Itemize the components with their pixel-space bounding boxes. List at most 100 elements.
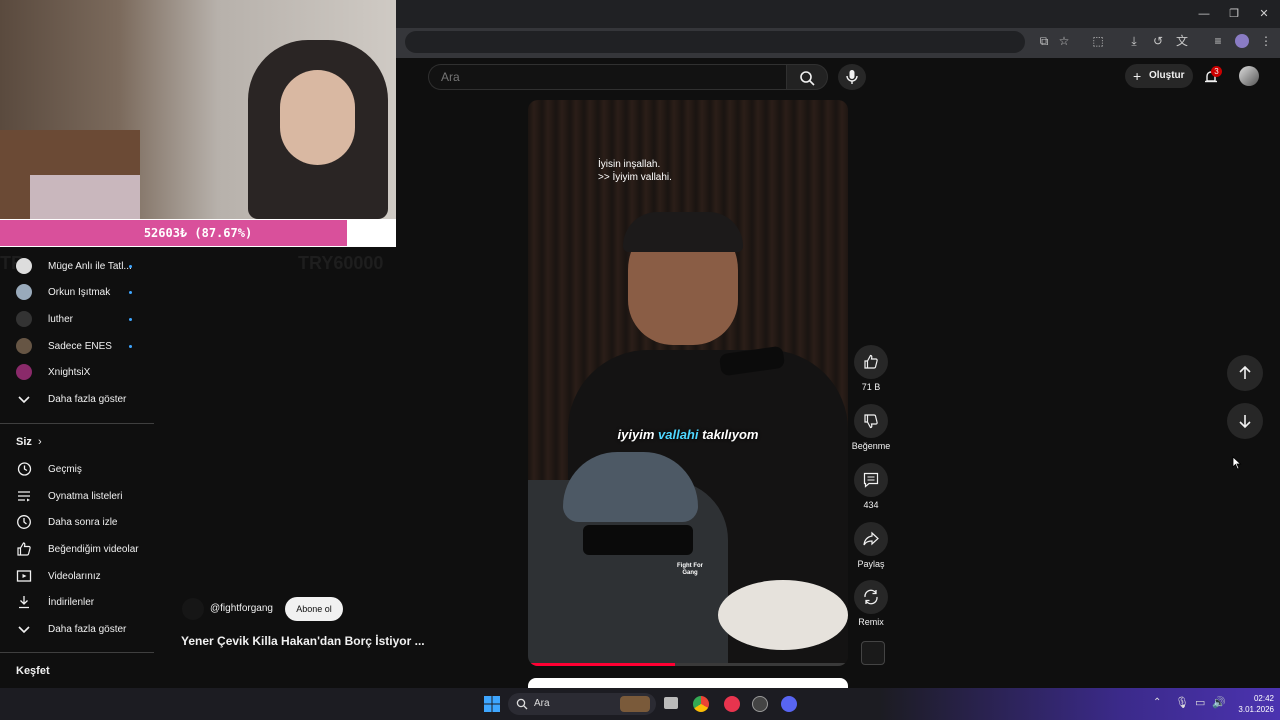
comments-button[interactable] [854, 463, 888, 497]
history-toolbar-icon[interactable]: ↺ [1150, 33, 1166, 49]
your-videos-icon [16, 570, 32, 582]
subscription-label: Müge Anlı ile Tatl... [48, 260, 132, 272]
explore-section-header: Keşfet [0, 658, 154, 684]
subscribe-button[interactable]: Abone ol [285, 597, 343, 621]
channel-avatar [16, 284, 32, 300]
voice-search-button[interactable] [838, 64, 866, 90]
subscription-item[interactable]: luther [0, 306, 154, 332]
subscription-item[interactable]: Müge Anlı ile Tatl... [0, 253, 154, 279]
search-highlight-image [620, 696, 650, 712]
mouse-cursor-icon [1232, 456, 1242, 470]
subscription-item[interactable]: Orkun Işıtmak [0, 279, 154, 305]
steam-icon[interactable] [752, 696, 768, 712]
discord-icon[interactable] [781, 696, 797, 712]
dislike-button[interactable] [854, 404, 888, 438]
menu-dots-icon[interactable]: ⋮ [1258, 33, 1274, 49]
translate-icon[interactable]: 文 [1174, 33, 1190, 49]
chevron-right-icon: › [38, 436, 42, 448]
progress-track[interactable] [528, 663, 848, 666]
subtitle-text: takılıyom [698, 427, 759, 442]
notifications-button[interactable]: 3 [1202, 66, 1222, 86]
desk-shape [30, 175, 140, 219]
short-video-player[interactable]: İyisin inşallah. >> İyiyim vallahi. iyiy… [528, 100, 848, 666]
sidebar-item-your-videos[interactable]: Videolarınız [0, 563, 154, 589]
address-bar[interactable] [405, 31, 1025, 53]
install-app-icon[interactable]: ⧉ [1036, 33, 1052, 49]
subtitle-highlight: vallahi [658, 427, 699, 442]
microphone-icon[interactable]: 🎙 [1175, 696, 1189, 709]
clock[interactable]: 02:42 3.01.2026 [1228, 693, 1274, 715]
extensions-icon[interactable]: ⬚ [1090, 33, 1106, 49]
app-icon[interactable] [724, 696, 740, 712]
sidebar-item-label: Videolarınız [48, 570, 101, 582]
channel-watermark: Fight For Gang [677, 563, 703, 576]
man-hair-shape [623, 212, 743, 252]
subscription-item[interactable]: Sadece ENES [0, 333, 154, 359]
restore-icon[interactable]: ❐ [1224, 6, 1244, 22]
search-icon [516, 698, 528, 710]
sound-thumbnail[interactable] [861, 641, 885, 665]
search-box[interactable] [428, 64, 786, 90]
short-title[interactable]: Yener Çevik Killa Hakan'dan Borç İstiyor… [181, 634, 425, 648]
channel-handle[interactable]: @fightforgang [210, 603, 273, 614]
profile-avatar[interactable] [1235, 34, 1249, 48]
download-icon[interactable]: ⤓ [1126, 33, 1142, 49]
next-short-button[interactable] [1227, 403, 1263, 439]
arrow-down-icon [1239, 415, 1251, 429]
chrome-icon[interactable] [693, 696, 709, 712]
create-button[interactable]: + Oluştur [1125, 64, 1193, 88]
channel-avatar [16, 338, 32, 354]
channel-avatar[interactable] [182, 598, 204, 620]
you-section-header[interactable]: Siz › [0, 429, 154, 455]
taskbar-search[interactable]: Ara [508, 693, 656, 715]
chevron-up-icon[interactable]: ⌃ [1153, 697, 1161, 708]
account-avatar[interactable] [1239, 66, 1259, 86]
playlists-icon [18, 491, 30, 502]
sidebar-item-watch-later[interactable]: Daha sonra izle [0, 509, 154, 535]
subscription-item[interactable]: XnightsiX [0, 359, 154, 385]
sidebar-item-history[interactable]: Geçmiş [0, 456, 154, 482]
minimize-icon[interactable]: — [1194, 6, 1214, 22]
new-content-dot [129, 344, 132, 348]
windows-start-icon[interactable] [484, 696, 500, 712]
volume-icon[interactable]: 🔊 [1212, 696, 1226, 709]
like-button[interactable] [854, 345, 888, 379]
sidebar-divider [0, 423, 154, 424]
sidebar-item-liked-videos[interactable]: Beğendiğim videolar [0, 536, 154, 562]
remix-button[interactable] [854, 580, 888, 614]
display-icon[interactable]: ▭ [1195, 696, 1205, 709]
share-button[interactable] [854, 522, 888, 556]
task-view-icon[interactable] [664, 697, 678, 709]
new-content-dot [129, 264, 132, 268]
close-icon[interactable]: ✕ [1254, 6, 1274, 22]
sidebar-item-label: Daha sonra izle [48, 516, 118, 528]
donation-goal-bar: 52603₺ (87.67%) [0, 219, 396, 247]
search-button[interactable] [786, 64, 828, 90]
subscription-label: Sadece ENES [48, 340, 112, 352]
clock-date: 3.01.2026 [1238, 705, 1274, 714]
remix-icon [864, 589, 878, 605]
liked-icon [17, 542, 31, 556]
bookmark-star-icon[interactable]: ☆ [1056, 33, 1072, 49]
dislike-label: Beğenme [851, 441, 891, 451]
goal-target-text: TRY60000 [298, 253, 384, 273]
remix-label: Remix [858, 617, 884, 627]
sidebar-item-label: Beğendiğim videolar [48, 543, 139, 555]
show-more-you[interactable]: Daha fazla göster [0, 616, 154, 642]
sunglasses-shape [583, 525, 693, 555]
channel-avatar [16, 258, 32, 274]
face-shape [280, 70, 355, 165]
like-count: 71 B [861, 382, 881, 392]
reading-list-icon[interactable]: ≡ [1210, 33, 1226, 49]
sidebar-item-downloads[interactable]: İndirilenler [0, 589, 154, 615]
sidebar-item-playlists[interactable]: Oynatma listeleri [0, 483, 154, 509]
previous-short-button[interactable] [1227, 355, 1263, 391]
search-input[interactable] [439, 69, 773, 85]
channel-avatar [16, 364, 32, 380]
thumbs-up-icon [864, 354, 878, 369]
new-content-dot [129, 317, 132, 321]
show-more-subscriptions[interactable]: Daha fazla göster [0, 386, 154, 412]
plus-icon: + [1133, 68, 1142, 84]
subscription-label: luther [48, 313, 74, 325]
chevron-down-icon [18, 626, 30, 634]
